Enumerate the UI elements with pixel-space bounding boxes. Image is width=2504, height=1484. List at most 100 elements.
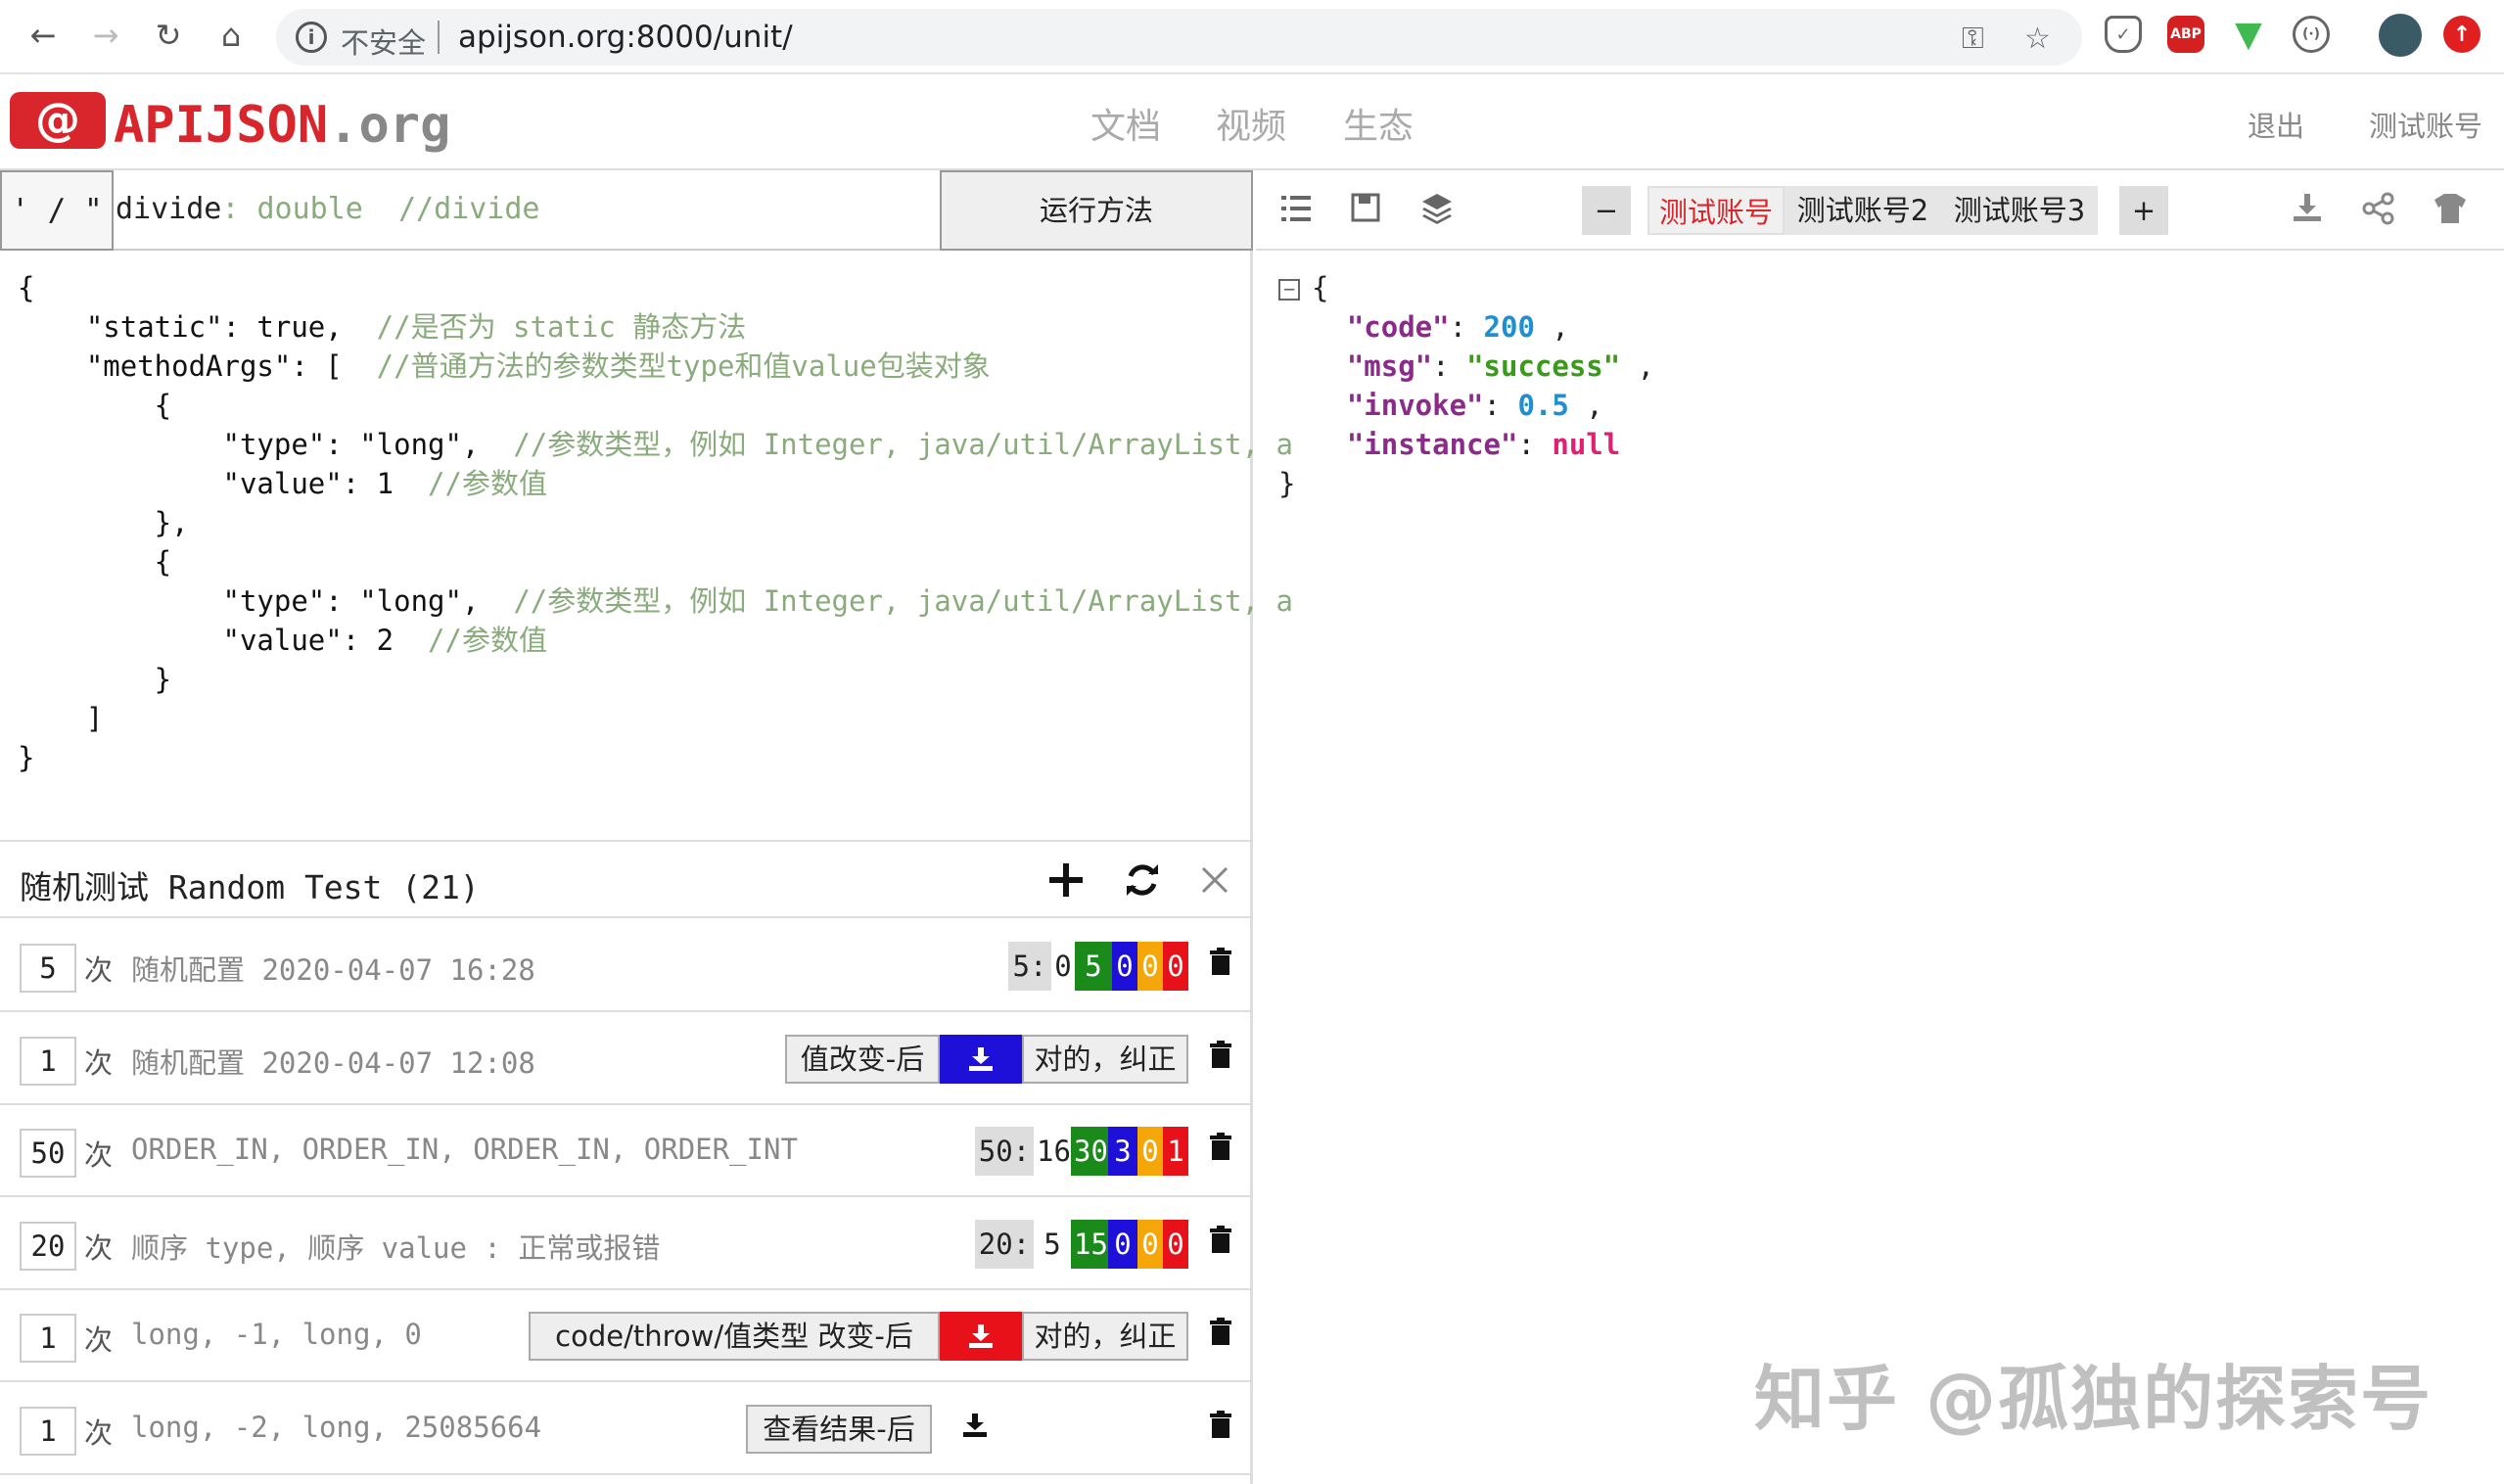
nav-videos[interactable]: 视频 xyxy=(1216,98,1286,149)
trash-icon[interactable] xyxy=(1210,1225,1231,1253)
close-icon[interactable] xyxy=(1190,856,1239,904)
result-instance: null xyxy=(1552,428,1621,461)
fix-button[interactable]: 对的，纠正 xyxy=(1022,1312,1188,1362)
forward-icon[interactable]: → xyxy=(82,12,129,59)
stat-correct[interactable]: 30 xyxy=(1071,1127,1108,1177)
remove-account-button[interactable]: − xyxy=(1582,186,1631,235)
response-viewer[interactable]: −{ "code": 200 , "msg": "success" , "inv… xyxy=(1278,268,1654,503)
count-input[interactable]: 1 xyxy=(20,1407,76,1456)
avatar[interactable] xyxy=(2379,14,2422,57)
logout-link[interactable]: 退出 xyxy=(2248,104,2304,145)
count-input[interactable]: 20 xyxy=(20,1221,76,1271)
abp-icon[interactable]: ABP xyxy=(2167,16,2204,53)
nav-docs[interactable]: 文档 xyxy=(1090,98,1161,149)
trash-icon[interactable] xyxy=(1210,948,1231,975)
count-input[interactable]: 50 xyxy=(20,1129,76,1179)
shirt-icon[interactable] xyxy=(2433,192,2468,227)
random-test-row[interactable]: 5 次随机配置 2020-04-07 16:28 5: 0 5 0 0 0 xyxy=(0,920,1253,1012)
stat-warning[interactable]: 0 xyxy=(1137,1219,1163,1269)
download-icon[interactable] xyxy=(2292,192,2327,227)
download-icon[interactable] xyxy=(955,1401,995,1450)
random-test-row[interactable]: 50 次 ORDER_IN, ORDER_IN, ORDER_IN, ORDER_I… xyxy=(0,1105,1253,1198)
stat-warning[interactable]: 0 xyxy=(1137,1127,1163,1177)
stat-total[interactable]: 5: xyxy=(1008,942,1051,991)
method-input[interactable]: divide: double //divide xyxy=(116,192,540,226)
result-stats[interactable]: 20: 5 15 0 0 0 xyxy=(975,1219,1188,1269)
logo-icon[interactable]: @ xyxy=(10,92,106,149)
add-account-button[interactable]: + xyxy=(2119,186,2168,235)
stat-total[interactable]: 50: xyxy=(975,1127,1034,1177)
count-input[interactable]: 1 xyxy=(20,1314,76,1364)
random-test-row[interactable]: 20 次顺序 type, 顺序 value : 正常或报错 20: 5 15 0 0 0 xyxy=(0,1198,1253,1290)
stat-error[interactable]: 0 xyxy=(1163,1219,1188,1269)
fix-button[interactable]: 对的，纠正 xyxy=(1022,1034,1188,1084)
account-tab-2[interactable]: 测试账号2 xyxy=(1785,186,1941,235)
result-stats[interactable]: 50: 16 30 3 0 1 xyxy=(975,1127,1188,1177)
refresh-icon[interactable] xyxy=(1118,856,1167,904)
test-account-link[interactable]: 测试账号 xyxy=(2369,104,2482,145)
stat-correct[interactable]: 15 xyxy=(1071,1219,1108,1269)
count-input[interactable]: 5 xyxy=(20,944,76,993)
trash-icon[interactable] xyxy=(1210,1318,1231,1346)
stat-total[interactable]: 20: xyxy=(975,1219,1034,1269)
test-name[interactable]: long, -2, long, 25085664 xyxy=(131,1411,541,1444)
download-icon[interactable] xyxy=(940,1312,1022,1362)
layers-icon[interactable] xyxy=(1420,192,1456,227)
code-text: "static": true, xyxy=(18,310,377,344)
stat-changed[interactable]: 3 xyxy=(1108,1127,1137,1177)
back-icon[interactable]: ← xyxy=(20,12,67,59)
run-method-button[interactable]: 运行方法 xyxy=(940,170,1253,251)
stat-warning[interactable]: 0 xyxy=(1137,942,1163,991)
list-icon[interactable] xyxy=(1279,192,1315,227)
home-icon[interactable]: ⌂ xyxy=(208,12,255,59)
plus-icon[interactable] xyxy=(1042,856,1090,904)
random-test-row[interactable]: 1 次随机配置 2020-04-07 12:08 值改变-后 对的，纠正 xyxy=(0,1013,1253,1105)
nav-ecosystem[interactable]: 生态 xyxy=(1343,98,1414,149)
logo[interactable]: APIJSON.org xyxy=(114,96,450,155)
request-editor[interactable]: { "static": true, //是否为 static 静态方法 "met… xyxy=(18,268,1293,777)
compare-button[interactable]: 值改变-后 xyxy=(785,1034,940,1084)
random-test-row[interactable]: 1 次 long, -1, long, 0 code/throw/值类型 改变-后 对的… xyxy=(0,1290,1253,1383)
address-bar[interactable]: i 不安全 apijson.org:8000/unit/ ⚿ ☆ xyxy=(276,9,2082,66)
save-icon[interactable] xyxy=(1350,192,1385,227)
random-test-row[interactable]: 1 次 long, -2, long, 25085664 查看结果-后 xyxy=(0,1383,1253,1475)
collapse-icon[interactable]: − xyxy=(1278,279,1300,301)
stat-correct[interactable]: 5 xyxy=(1075,942,1112,991)
stat-changed[interactable]: 0 xyxy=(1108,1219,1137,1269)
code-text: "value": 2 xyxy=(18,624,429,657)
trash-icon[interactable] xyxy=(1210,1411,1231,1438)
view-result-button[interactable]: 查看结果-后 xyxy=(746,1405,932,1454)
account-tab-3[interactable]: 测试账号3 xyxy=(1941,186,2098,235)
url-text[interactable]: apijson.org:8000/unit/ xyxy=(458,20,793,55)
stat-unknown[interactable]: 16 xyxy=(1034,1127,1071,1177)
test-name[interactable]: long, -1, long, 0 xyxy=(131,1318,422,1351)
compare-button[interactable]: code/throw/值类型 改变-后 xyxy=(529,1312,940,1362)
test-name[interactable]: 随机配置 2020-04-07 12:08 xyxy=(131,1041,535,1082)
test-name[interactable]: 顺序 type, 顺序 value : 正常或报错 xyxy=(131,1226,660,1267)
account-tab-1[interactable]: 测试账号 xyxy=(1647,186,1785,235)
stat-error[interactable]: 1 xyxy=(1163,1127,1188,1177)
glasses-icon[interactable]: (·) xyxy=(2293,16,2330,53)
shield-icon[interactable]: ✓ xyxy=(2105,16,2142,53)
test-name[interactable]: 随机配置 2020-04-07 16:28 xyxy=(131,948,535,989)
test-name[interactable]: ORDER_IN, ORDER_IN, ORDER_IN, ORDER_INT xyxy=(131,1133,798,1166)
separator-button[interactable]: ' / " xyxy=(0,170,114,251)
download-icon[interactable] xyxy=(940,1034,1022,1084)
key-icon[interactable]: ⚿ xyxy=(1962,22,1984,56)
count-input[interactable]: 1 xyxy=(20,1036,76,1086)
info-icon[interactable]: i xyxy=(296,22,327,53)
trash-icon[interactable] xyxy=(1210,1040,1231,1068)
stat-unknown[interactable]: 5 xyxy=(1034,1219,1071,1269)
reload-icon[interactable]: ↻ xyxy=(145,12,192,59)
stat-unknown[interactable]: 0 xyxy=(1051,942,1075,991)
result-stats[interactable]: 5: 0 5 0 0 0 xyxy=(1008,942,1188,991)
code-text: } xyxy=(18,663,172,696)
method-type: : double xyxy=(221,192,363,226)
share-icon[interactable] xyxy=(2362,192,2397,227)
stat-error[interactable]: 0 xyxy=(1163,942,1188,991)
stat-changed[interactable]: 0 xyxy=(1112,942,1137,991)
trash-icon[interactable] xyxy=(1210,1133,1231,1161)
vue-icon[interactable]: ▼ xyxy=(2230,15,2267,55)
star-icon[interactable]: ☆ xyxy=(2024,22,2051,56)
update-icon[interactable]: ↑ xyxy=(2443,16,2481,53)
